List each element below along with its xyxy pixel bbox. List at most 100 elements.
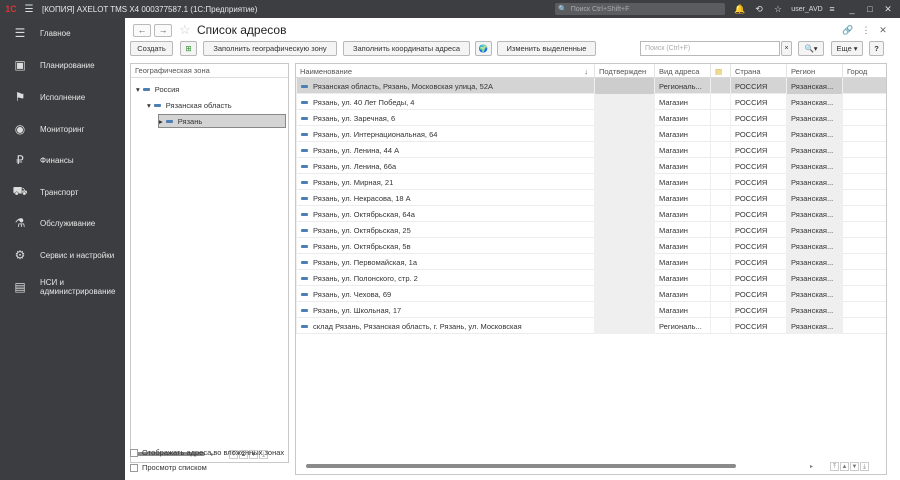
cell-name: Рязань, ул. Ленина, 44 А <box>296 142 594 158</box>
table-row[interactable]: Рязань, ул. Первомайская, 1а Магазин РОССИ… <box>296 254 886 270</box>
sidebar-item-maintenance[interactable]: ⚗ Обслуживание <box>0 208 125 238</box>
sidebar-item-transport[interactable]: ⛟ Транспорт <box>0 177 125 207</box>
scroll-bottom-icon[interactable]: ⤓ <box>860 461 870 471</box>
link-icon[interactable]: 🔗 <box>842 23 854 37</box>
expand-arrow-icon[interactable]: ▾ <box>147 101 151 110</box>
expand-arrow-icon[interactable]: ▾ <box>136 85 140 94</box>
cell-text: Магазин <box>659 193 688 203</box>
checkbox-box[interactable] <box>130 448 138 457</box>
table-row[interactable]: склад Рязань, Рязанская область, г. Ряза… <box>296 318 886 334</box>
table-row[interactable]: Рязань, ул. 40 Лет Победы, 4 Магазин РОССИ… <box>296 94 886 110</box>
expand-arrow-icon[interactable]: ▸ <box>159 117 163 126</box>
table-row[interactable]: Рязань, ул. Заречная, 6 Магазин РОССИЯ Ряза… <box>296 110 886 126</box>
cell-text: Рязанская... <box>791 273 834 283</box>
cell-text: Рязань, ул. Первомайская, 1а <box>313 257 418 267</box>
tree-node-ryazan[interactable]: ▸ Рязань <box>158 114 286 128</box>
table-row[interactable]: Рязанская область, Рязань, Московская ул… <box>296 78 886 94</box>
grid-scroll-thumb[interactable] <box>306 464 736 468</box>
column-header-city[interactable]: Город <box>842 64 886 78</box>
cell-empty <box>842 206 886 222</box>
favorite-star-icon[interactable]: ☆ <box>179 22 191 38</box>
column-header-note-icon[interactable]: ▤ <box>710 64 730 78</box>
cell-country: РОССИЯ <box>730 94 786 110</box>
edit-selected-button[interactable]: Изменить выделенные <box>497 41 596 56</box>
cell-empty <box>842 254 886 270</box>
column-header-address-type[interactable]: Вид адреса <box>654 64 710 78</box>
table-row[interactable]: Рязань, ул. Мирная, 21 Магазин РОССИЯ Рязан… <box>296 174 886 190</box>
table-row[interactable]: Рязань, ул. Октябрьская, 64а Магазин РОССИ… <box>296 206 886 222</box>
minimize-icon[interactable]: _ <box>846 2 858 16</box>
fill-zone-button[interactable]: Заполнить географическую зону <box>203 41 337 56</box>
favorites-star-icon[interactable]: ☆ <box>772 2 784 16</box>
cell-text: Рязанская... <box>791 81 834 91</box>
forward-button[interactable]: → <box>154 24 172 37</box>
close-icon[interactable]: ✕ <box>882 2 894 16</box>
help-button[interactable]: ? <box>869 41 884 56</box>
more-vert-icon[interactable]: ⋮ <box>861 23 871 37</box>
globe-icon[interactable]: 🌍 <box>475 41 492 56</box>
scroll-up-icon[interactable]: ▲ <box>840 461 850 471</box>
back-button[interactable]: ← <box>133 24 151 37</box>
sidebar-item-main[interactable]: ☰ Главное <box>0 18 125 48</box>
sidebar-item-monitoring[interactable]: ◉ Мониторинг <box>0 114 125 144</box>
show-nested-checkbox[interactable]: Отображать адреса во вложенных зонах <box>130 448 284 457</box>
more-button[interactable]: Еще ▾ <box>831 41 863 56</box>
sidebar-item-planning[interactable]: ▣ Планирование <box>0 50 125 80</box>
fill-coords-button[interactable]: Заполнить координаты адреса <box>343 41 470 56</box>
column-header-country[interactable]: Страна <box>730 64 786 78</box>
table-row[interactable]: Рязань, ул. Школьная, 17 Магазин РОССИЯ Ряз… <box>296 302 886 318</box>
scroll-down-icon[interactable]: ▼ <box>850 461 860 471</box>
cell-empty <box>842 238 886 254</box>
maximize-icon[interactable]: □ <box>864 2 876 16</box>
sidebar-item-service[interactable]: ⚙ Сервис и настройки <box>0 240 125 270</box>
scroll-right-icon[interactable]: ▸ <box>810 463 813 470</box>
cell-country: РОССИЯ <box>730 238 786 254</box>
cell-empty <box>594 158 654 174</box>
table-row[interactable]: Рязань, ул. Ленина, 44 А Магазин РОССИЯ Ряз… <box>296 142 886 158</box>
cell-empty <box>594 78 654 94</box>
grid-scrollbar[interactable]: ▸ ⤒ ▲ ▼ ⤓ <box>306 460 870 472</box>
table-row[interactable]: Рязань, ул. Интернациональная, 64 Магазин… <box>296 126 886 142</box>
app-logo: 1C <box>5 4 17 14</box>
table-row[interactable]: Рязань, ул. Октябрьская, 5в Магазин РОССИЯ… <box>296 238 886 254</box>
search-input[interactable]: Поиск (Ctrl+F) <box>640 41 780 56</box>
cell-type: Магазин <box>654 254 710 270</box>
checkbox-box[interactable] <box>130 463 138 472</box>
cell-empty <box>594 142 654 158</box>
cell-text: Рязанская... <box>791 209 834 219</box>
create-button[interactable]: Создать <box>130 41 173 56</box>
table-row[interactable]: Рязань, ул. Чехова, 69 Магазин РОССИЯ Рязан… <box>296 286 886 302</box>
table-row[interactable]: Рязань, ул. Октябрьская, 25 Магазин РОССИЯ… <box>296 222 886 238</box>
cell-name: Рязань, ул. Октябрьская, 25 <box>296 222 594 238</box>
table-row[interactable]: Рязань, ул. Полонского, стр. 2 Магазин РОС… <box>296 270 886 286</box>
cell-name: Рязань, ул. Октябрьская, 5в <box>296 238 594 254</box>
history-icon[interactable]: ⟲ <box>753 2 765 16</box>
close-form-icon[interactable]: ✕ <box>877 23 889 37</box>
sidebar-item-admin[interactable]: ▤ НСИ и администрирование <box>0 271 125 303</box>
main-menu-icon[interactable]: ☰ <box>22 4 36 15</box>
sidebar-item-label: Мониторинг <box>40 124 85 134</box>
tree-node-ryazan-oblast[interactable]: ▾ Рязанская область <box>147 98 232 112</box>
cell-name: Рязань, ул. Школьная, 17 <box>296 302 594 318</box>
sidebar: ☰ Главное ▣ Планирование ⚑ Исполнение ◉ … <box>0 18 125 480</box>
clear-search-icon[interactable]: × <box>781 41 792 56</box>
global-search-input[interactable]: 🔍 Поиск Ctrl+Shift+F <box>555 3 725 15</box>
add-folder-icon[interactable]: ⊞ <box>180 41 197 56</box>
search-dropdown-button[interactable]: 🔍▾ <box>798 41 824 56</box>
scroll-top-icon[interactable]: ⤒ <box>830 461 840 471</box>
table-row[interactable]: Рязань, ул. Некрасова, 18 А Магазин РОССИЯ… <box>296 190 886 206</box>
tree-node-russia[interactable]: ▾ Россия <box>136 82 179 96</box>
sidebar-item-finance[interactable]: ₽ Финансы <box>0 145 125 175</box>
bell-icon[interactable]: 🔔 <box>734 2 746 16</box>
column-header-name[interactable]: Наименование ↓ <box>296 64 594 78</box>
sidebar-item-execution[interactable]: ⚑ Исполнение <box>0 82 125 112</box>
user-name[interactable]: user_AVD <box>790 2 824 16</box>
column-header-region[interactable]: Регион <box>786 64 842 78</box>
cell-text: Магазин <box>659 145 688 155</box>
cell-text: Магазин <box>659 97 688 107</box>
table-row[interactable]: Рязань, ул. Ленина, 66а Магазин РОССИЯ Ряза… <box>296 158 886 174</box>
column-header-confirmed[interactable]: Подтвержден <box>594 64 654 78</box>
settings-menu-icon[interactable]: ≡ <box>826 2 838 16</box>
list-view-checkbox[interactable]: Просмотр списком <box>130 463 207 472</box>
cell-region: Рязанская... <box>786 158 842 174</box>
